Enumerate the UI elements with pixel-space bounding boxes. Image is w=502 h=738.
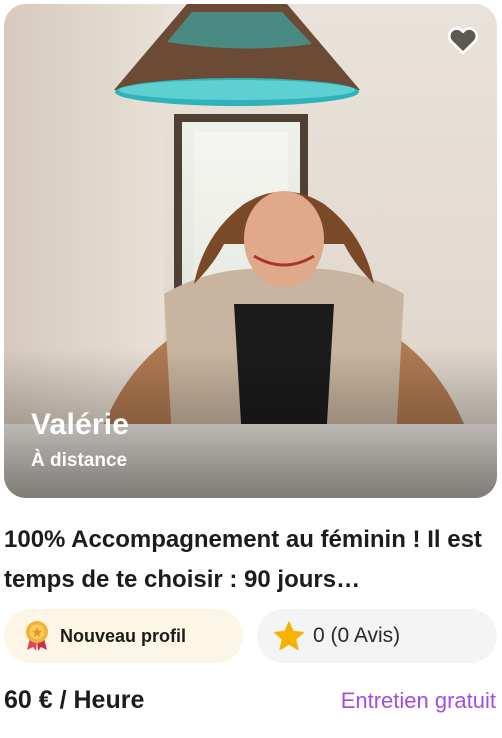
new-profile-label: Nouveau profil (60, 625, 187, 646)
rating-badge[interactable]: 0 (0 Avis) (257, 609, 497, 663)
star-icon (274, 621, 304, 650)
coach-location: À distance (31, 450, 128, 471)
heart-icon (447, 27, 479, 55)
favorite-button[interactable] (443, 22, 483, 58)
coach-photo[interactable]: Valérie À distance (4, 4, 497, 498)
pendant-lamp-image (114, 4, 360, 106)
free-session-link[interactable]: Entretien gratuit (341, 688, 496, 714)
price-label: 60 € / Heure (4, 686, 145, 714)
coach-name: Valérie (31, 408, 130, 441)
award-ribbon-icon (26, 621, 48, 651)
rating-label: 0 (0 Avis) (313, 624, 401, 647)
offer-title[interactable]: 100% Accompagnement au féminin ! Il est … (4, 520, 498, 600)
new-profile-badge: Nouveau profil (4, 609, 243, 663)
